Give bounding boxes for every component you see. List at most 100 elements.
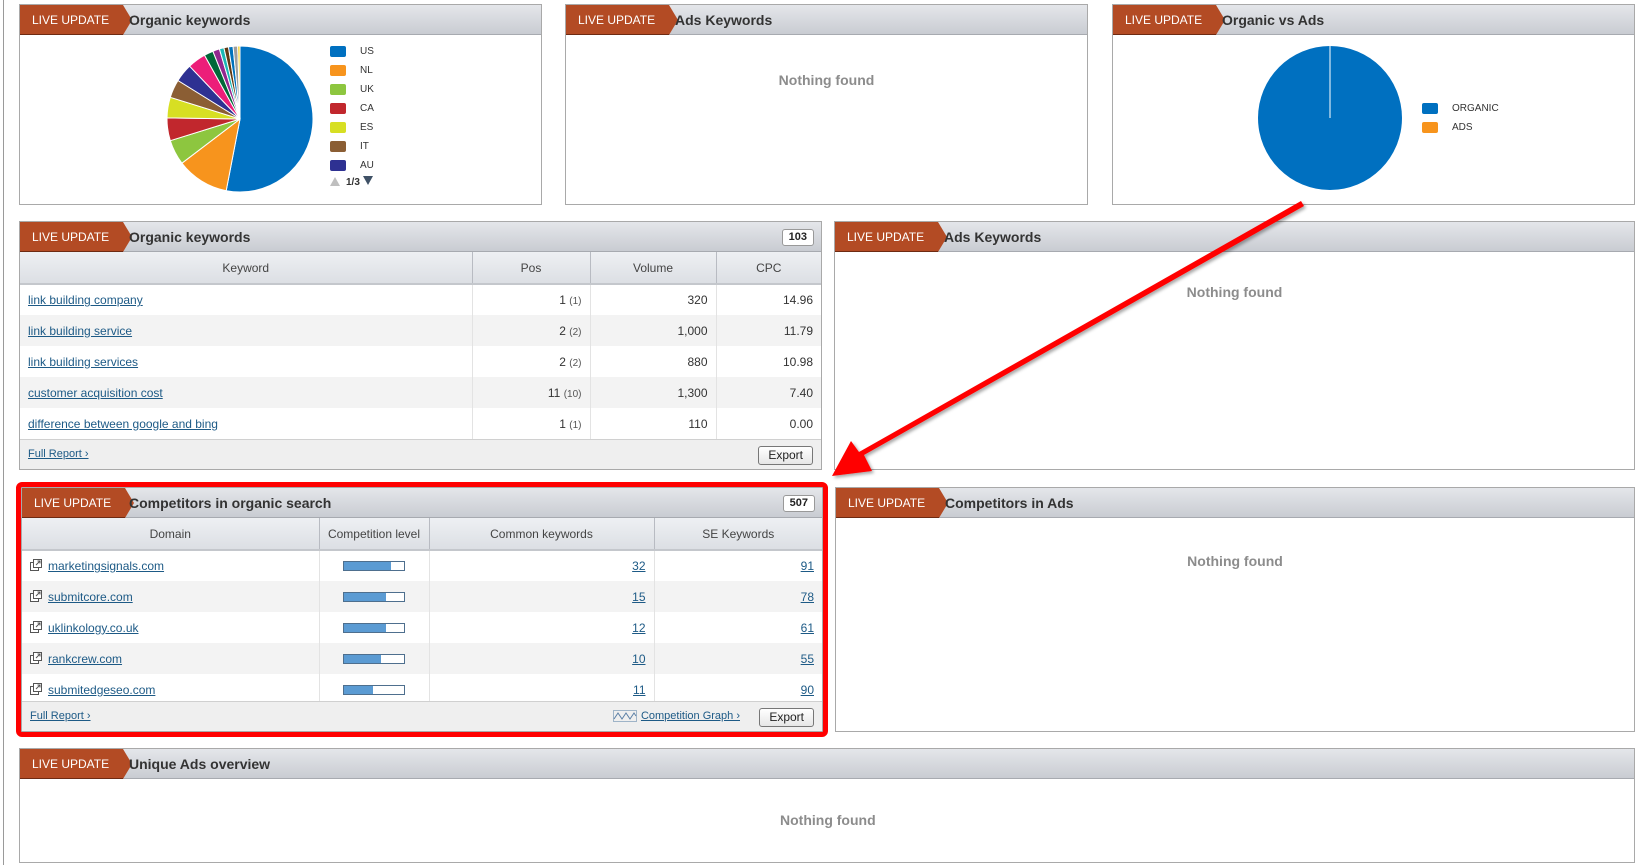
panel-footer: Full Report › Export	[20, 439, 821, 469]
column-header-cpc[interactable]: CPC	[716, 252, 821, 285]
export-button[interactable]: Export	[758, 446, 813, 465]
live-update-badge[interactable]: LIVE UPDATE	[20, 5, 133, 35]
competition-level-fill	[344, 623, 386, 632]
panel-header: LIVE UPDATE Ads Keywords	[566, 5, 1087, 35]
se-keywords-link[interactable]: 55	[801, 652, 814, 666]
table-row: link building services 2 (2) 880 10.98	[20, 346, 821, 377]
legend-label: AU	[360, 160, 374, 171]
legend-swatch	[330, 46, 346, 57]
external-link-icon[interactable]	[30, 682, 42, 695]
keyword-cell: link building company	[20, 284, 473, 315]
se-keywords-link[interactable]: 91	[801, 559, 814, 573]
panel-header: LIVE UPDATE Unique Ads overview	[20, 749, 1634, 779]
pager-down-icon[interactable]	[362, 176, 373, 185]
external-link-icon[interactable]	[30, 620, 42, 633]
column-header-volume[interactable]: Volume	[590, 252, 717, 285]
common-keywords-link[interactable]: 12	[632, 621, 645, 635]
competition-level-cell	[319, 550, 430, 581]
competition-level-bar	[343, 653, 405, 664]
pos-cell: 2 (2)	[472, 315, 591, 346]
column-header-keyword[interactable]: Keyword	[20, 252, 473, 285]
panel-title: Organic keywords	[129, 229, 251, 245]
competition-level-bar	[343, 591, 405, 602]
se-keywords-link[interactable]: 78	[801, 590, 814, 604]
ads-keywords-top-panel: LIVE UPDATE Ads Keywords Nothing found	[565, 4, 1088, 205]
volume-cell: 320	[590, 284, 717, 315]
legend-label: NL	[360, 65, 373, 76]
competition-level-fill	[344, 685, 374, 694]
count-badge: 103	[781, 229, 814, 246]
unique-ads-overview-panel: LIVE UPDATE Unique Ads overview Nothing …	[19, 748, 1635, 863]
pos-previous: (1)	[569, 296, 582, 307]
domain-link[interactable]: rankcrew.com	[48, 652, 122, 666]
live-update-badge[interactable]: LIVE UPDATE	[836, 488, 949, 518]
live-update-badge[interactable]: LIVE UPDATE	[566, 5, 679, 35]
keyword-link[interactable]: customer acquisition cost	[28, 386, 163, 400]
column-header-common-keywords[interactable]: Common keywords	[429, 518, 655, 551]
keyword-link[interactable]: link building services	[28, 355, 138, 369]
competitors-organic-panel: LIVE UPDATE Competitors in organic searc…	[21, 487, 823, 732]
table-row: difference between google and bing 1 (1) 1…	[20, 408, 821, 439]
panel-header: LIVE UPDATE Competitors in organic searc…	[22, 488, 822, 518]
live-update-badge[interactable]: LIVE UPDATE	[835, 222, 948, 252]
keyword-link[interactable]: difference between google and bing	[28, 417, 218, 431]
pos-value: 1	[559, 416, 566, 431]
panel-title: Unique Ads overview	[129, 756, 271, 772]
column-header-competition-level[interactable]: Competition level	[319, 518, 430, 551]
common-keywords-cell: 10	[429, 643, 655, 674]
common-keywords-link[interactable]: 10	[632, 652, 645, 666]
volume-cell: 1,300	[590, 377, 717, 408]
legend-label: ORGANIC	[1452, 103, 1499, 114]
live-update-badge[interactable]: LIVE UPDATE	[20, 749, 133, 779]
competition-graph-label: Competition Graph ›	[640, 710, 740, 722]
keyword-cell: difference between google and bing	[20, 408, 473, 439]
common-keywords-link[interactable]: 15	[632, 590, 645, 604]
legend-swatch	[1422, 122, 1438, 133]
volume-cell: 880	[590, 346, 717, 377]
full-report-link[interactable]: Full Report ›	[30, 710, 91, 722]
external-link-icon[interactable]	[30, 559, 42, 571]
domain-link[interactable]: uklinkology.co.uk	[48, 621, 139, 635]
pos-cell: 1 (1)	[472, 284, 591, 315]
common-keywords-cell: 32	[429, 550, 655, 581]
pager-up-icon[interactable]	[330, 177, 340, 186]
full-report-link[interactable]: Full Report ›	[28, 448, 89, 460]
domain-link[interactable]: submitedgeseo.com	[48, 683, 155, 697]
live-update-badge[interactable]: LIVE UPDATE	[1113, 5, 1226, 35]
pos-previous: (2)	[569, 357, 582, 369]
line-graph-icon	[612, 710, 637, 723]
panel-title: Competitors in Ads	[945, 495, 1074, 511]
competitors-ads-panel: LIVE UPDATE Competitors in Ads Nothing f…	[835, 487, 1635, 732]
panel-header: LIVE UPDATE Organic keywords	[20, 5, 541, 35]
domain-link[interactable]: submitcore.com	[48, 590, 133, 604]
keyword-cell: customer acquisition cost	[20, 377, 473, 408]
cpc-cell: 0.00	[789, 416, 813, 431]
competitors-table: Domain Competition level Common keywords…	[22, 518, 822, 705]
common-keywords-link[interactable]: 11	[633, 683, 645, 697]
se-keywords-link[interactable]: 61	[801, 621, 814, 635]
export-button[interactable]: Export	[759, 708, 814, 727]
panel-title: Ads Keywords	[675, 12, 773, 28]
domain-cell: submitcore.com	[22, 581, 320, 612]
organic-keywords-pie-panel: LIVE UPDATE Organic keywords US NL UK CA ES I…	[19, 4, 542, 205]
panel-header: LIVE UPDATE Organic vs Ads	[1113, 5, 1634, 35]
se-keywords-cell: 91	[654, 550, 822, 581]
keyword-link[interactable]: link building company	[28, 293, 143, 307]
domain-link[interactable]: marketingsignals.com	[48, 559, 164, 573]
legend-label: CA	[360, 103, 374, 114]
competition-graph-link[interactable]: Competition Graph ›	[612, 710, 740, 723]
panel-title: Organic vs Ads	[1222, 12, 1325, 28]
pos-cell: 1 (1)	[472, 408, 591, 439]
column-header-se-keywords[interactable]: SE Keywords	[654, 518, 822, 551]
external-link-icon[interactable]	[30, 589, 42, 602]
live-update-badge[interactable]: LIVE UPDATE	[20, 222, 133, 252]
column-header-pos[interactable]: Pos	[472, 252, 591, 285]
live-update-badge[interactable]: LIVE UPDATE	[22, 488, 135, 518]
common-keywords-link[interactable]: 32	[632, 559, 645, 573]
keyword-link[interactable]: link building service	[28, 324, 132, 338]
column-header-domain[interactable]: Domain	[22, 518, 320, 551]
se-keywords-link[interactable]: 90	[801, 683, 814, 697]
external-link-icon[interactable]	[30, 651, 42, 664]
pager-text: 1/3	[346, 177, 360, 188]
legend-label: IT	[360, 141, 369, 152]
